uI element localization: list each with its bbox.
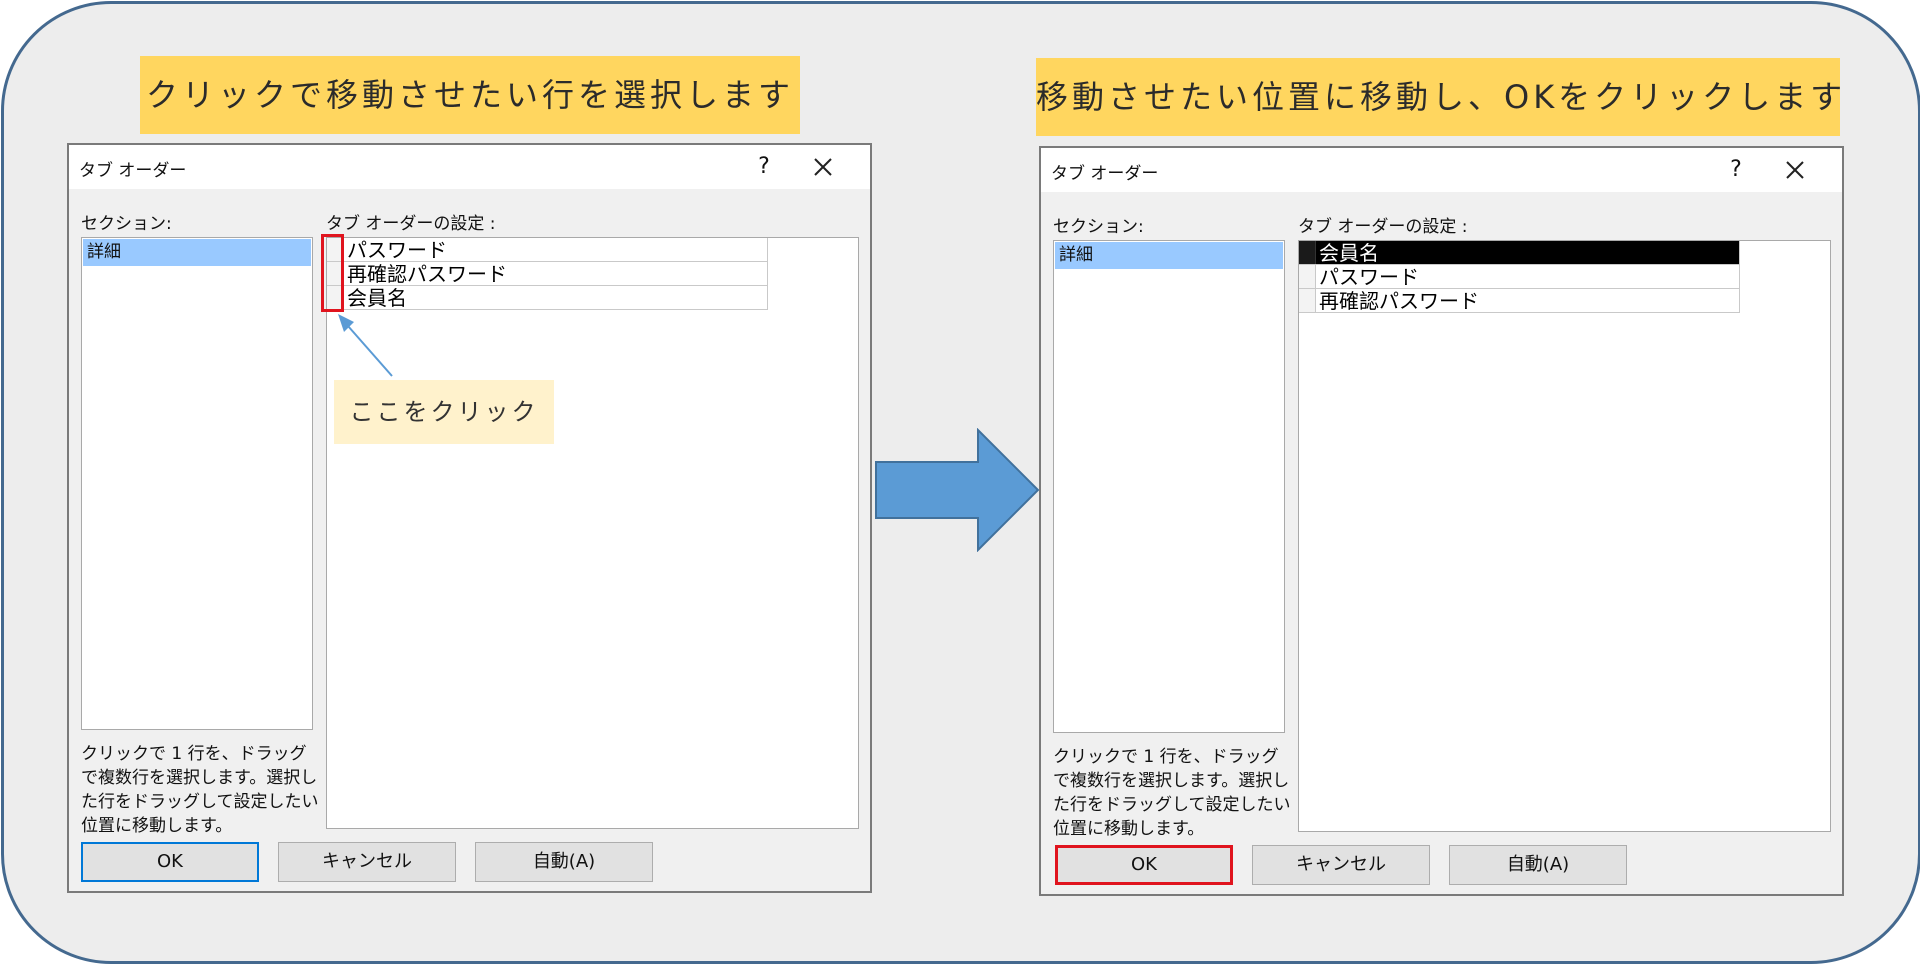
dialog-title: タブ オーダー [79,161,187,181]
callout-click-here: ここをクリック [334,380,554,444]
tab-order-dialog-after: タブ オーダー ? セクション: 詳細 タブ オーダーの設定 : 会員名 パスワ… [1039,146,1844,896]
auto-button[interactable]: 自動(A) [1449,845,1627,885]
help-button[interactable]: ? [744,149,784,185]
row-selector[interactable] [1299,265,1316,288]
instruction-banner-right: 移動させたい位置に移動し、OKをクリックします [1036,58,1842,136]
tab-order-row[interactable]: 再確認パスワード [327,262,768,286]
section-item-detail[interactable]: 詳細 [83,239,311,266]
help-description: クリックで 1 行を、ドラッグで複数行を選択します。選択した行をドラッグして設定… [81,744,319,836]
help-description: クリックで 1 行を、ドラッグで複数行を選択します。選択した行をドラッグして設定… [1053,747,1291,839]
row-label: 会員名 [1319,241,1379,265]
row-label: 会員名 [347,286,407,310]
row-selector-highlight [321,234,344,312]
tab-order-list[interactable]: パスワード 再確認パスワード 会員名 [326,237,859,829]
tab-order-row[interactable]: 再確認パスワード [1299,289,1740,313]
section-label: セクション: [1053,217,1144,237]
tab-order-row-selected[interactable]: 会員名 [1299,241,1740,265]
dialog-titlebar: タブ オーダー ? [1041,148,1842,192]
row-selector[interactable] [1299,289,1316,312]
dialog-title: タブ オーダー [1051,164,1159,184]
close-icon [1786,161,1804,179]
row-selector[interactable] [1299,241,1316,264]
tab-order-label: タブ オーダーの設定 : [326,214,496,234]
tab-order-row[interactable]: パスワード [327,238,768,262]
auto-button[interactable]: 自動(A) [475,842,653,882]
row-label: パスワード [1319,265,1419,289]
tab-order-row[interactable]: パスワード [1299,265,1740,289]
cancel-button[interactable]: キャンセル [1252,845,1430,885]
tab-order-label: タブ オーダーの設定 : [1298,217,1468,237]
close-button[interactable] [799,149,845,185]
ok-button[interactable]: OK [1055,845,1233,885]
close-button[interactable] [1771,152,1817,188]
section-list[interactable]: 詳細 [1053,240,1285,733]
tab-order-list[interactable]: 会員名 パスワード 再確認パスワード [1298,240,1831,832]
row-label: 再確認パスワード [1319,289,1479,313]
section-item-detail[interactable]: 詳細 [1055,242,1283,269]
help-button[interactable]: ? [1716,152,1756,188]
close-icon [814,158,832,176]
dialog-titlebar: タブ オーダー ? [69,145,870,189]
callout-pointer-arrow [338,314,393,377]
row-label: パスワード [347,238,447,262]
section-label: セクション: [81,214,172,234]
row-label: 再確認パスワード [347,262,507,286]
tab-order-dialog-before: タブ オーダー ? セクション: 詳細 タブ オーダーの設定 : パスワード 再… [67,143,872,893]
tab-order-row[interactable]: 会員名 [327,286,768,310]
instruction-banner-left: クリックで移動させたい行を選択します [140,56,800,134]
right-arrow-icon [875,428,1040,552]
section-list[interactable]: 詳細 [81,237,313,730]
cancel-button[interactable]: キャンセル [278,842,456,882]
ok-button[interactable]: OK [81,842,259,882]
